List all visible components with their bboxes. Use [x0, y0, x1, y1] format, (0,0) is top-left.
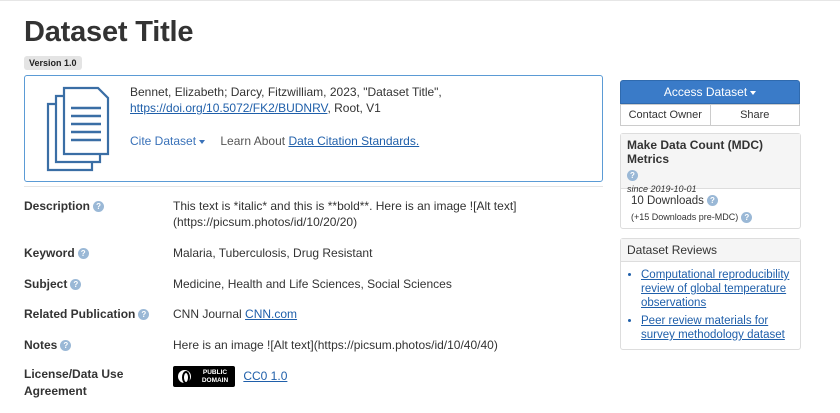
subject-value: Medicine, Health and Life Sciences, Soci…: [173, 277, 452, 291]
description-value: This text is *italic* and this is **bold…: [173, 199, 517, 229]
mdc-title: Make Data Count (MDC) Metrics: [627, 138, 764, 166]
review-link-1[interactable]: Computational reproducibility review of …: [641, 269, 789, 309]
related-publication-link[interactable]: CNN.com: [245, 307, 297, 321]
help-circle-icon[interactable]: ?: [60, 340, 72, 352]
subject-label: Subject?: [24, 276, 164, 293]
owner-actions: Contact Owner Share: [620, 104, 800, 126]
downloads-pre-mdc: (+15 Downloads pre-MDC): [631, 212, 739, 222]
page-title: Dataset Title: [24, 16, 194, 48]
help-circle-icon[interactable]: ?: [70, 279, 82, 291]
license-value: PUBLIC DOMAIN CC0 1.0: [173, 366, 593, 387]
public-domain-badge: PUBLIC DOMAIN: [173, 366, 235, 387]
list-item: Computational reproducibility review of …: [641, 268, 792, 310]
dataset-reviews-panel: Dataset Reviews Computational reproducib…: [620, 238, 801, 350]
help-circle-icon[interactable]: ?: [138, 309, 150, 321]
chevron-down-icon: [750, 90, 757, 95]
citation-actions: Cite Dataset Learn About Data Citation S…: [130, 134, 419, 148]
description-label: Description?: [24, 198, 164, 215]
learn-about-text: Learn About: [220, 134, 286, 148]
document-stack-icon: [46, 86, 110, 172]
citation-authors: Bennet, Elizabeth; Darcy, Fitzwilliam, 2…: [130, 85, 442, 99]
related-publication-value: CNN Journal CNN.com: [173, 307, 298, 321]
mdc-metrics-panel: Make Data Count (MDC) Metrics ? since 20…: [620, 133, 801, 229]
license-label: License/Data Use Agreement: [24, 367, 124, 398]
list-item: Peer review materials for survey methodo…: [641, 314, 792, 342]
help-circle-icon[interactable]: ?: [77, 248, 89, 260]
cite-dataset-label: Cite Dataset: [130, 134, 197, 148]
help-circle-icon[interactable]: ?: [706, 195, 718, 207]
downloads-count: 10 Downloads: [631, 195, 704, 207]
contact-owner-button[interactable]: Contact Owner: [620, 104, 711, 126]
reviews-list: Computational reproducibility review of …: [621, 262, 800, 342]
keyword-label: Keyword?: [24, 245, 164, 262]
mdc-header: Make Data Count (MDC) Metrics ? since 20…: [621, 134, 800, 194]
reviews-title: Dataset Reviews: [621, 239, 800, 262]
related-publication-label: Related Publication?: [24, 306, 164, 323]
notes-value: Here is an image ![Alt text](https://pic…: [173, 338, 498, 352]
public-domain-icon: [176, 368, 193, 385]
notes-label: Notes?: [24, 337, 164, 354]
citation-text: Bennet, Elizabeth; Darcy, Fitzwilliam, 2…: [130, 84, 590, 116]
help-circle-icon[interactable]: ?: [741, 212, 753, 224]
doi-link[interactable]: https://doi.org/10.5072/FK2/BUDNRV: [130, 101, 327, 115]
share-button[interactable]: Share: [710, 104, 800, 126]
chevron-down-icon: [199, 139, 206, 144]
section-divider: [24, 186, 603, 187]
review-link-2[interactable]: Peer review materials for survey methodo…: [641, 315, 785, 341]
citation-suffix: , Root, V1: [327, 101, 381, 115]
citation-standards-link[interactable]: Data Citation Standards.: [288, 134, 419, 148]
cite-dataset-dropdown[interactable]: Cite Dataset: [130, 134, 206, 148]
keyword-value: Malaria, Tuberculosis, Drug Resistant: [173, 246, 373, 260]
help-circle-icon[interactable]: ?: [627, 169, 638, 181]
help-circle-icon[interactable]: ?: [93, 201, 105, 213]
access-dataset-button[interactable]: Access Dataset: [620, 80, 800, 104]
downloads-block: 10 Downloads? (+15 Downloads pre-MDC)?: [621, 189, 800, 229]
citation-box: Bennet, Elizabeth; Darcy, Fitzwilliam, 2…: [24, 75, 603, 182]
top-divider: [0, 0, 840, 1]
version-badge: Version 1.0: [24, 56, 82, 70]
license-link[interactable]: CC0 1.0: [243, 369, 287, 383]
